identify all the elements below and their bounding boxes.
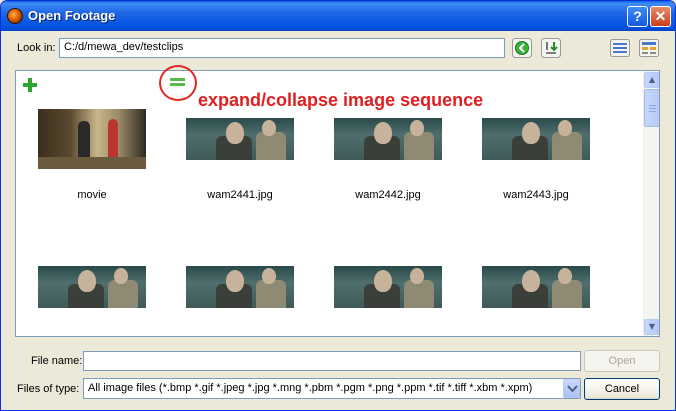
detail-view-icon[interactable] (639, 39, 659, 57)
window-title: Open Footage (28, 8, 116, 23)
download-icon[interactable] (541, 38, 561, 58)
app-logo-icon (7, 8, 23, 24)
thumbnail-item[interactable] (186, 266, 294, 308)
vertical-scrollbar[interactable]: ▲ ▼ (643, 71, 659, 336)
thumbnail-label: movie (77, 189, 107, 201)
help-button[interactable]: ? (627, 6, 648, 27)
thumbnail-label: wam2441.jpg (207, 189, 273, 201)
open-footage-dialog: Open Footage ? ✕ Look in: C:/d/mewa_dev/… (0, 0, 676, 411)
annotation-highlight-circle (159, 65, 197, 101)
scrollbar-thumb[interactable] (644, 89, 659, 127)
list-view-icon[interactable] (610, 39, 630, 57)
scroll-up-arrow-icon[interactable]: ▲ (644, 72, 659, 88)
thumbnail-label: wam2443.jpg (503, 189, 569, 201)
thumbnail-item[interactable] (38, 266, 146, 308)
scroll-down-arrow-icon[interactable]: ▼ (644, 319, 659, 335)
thumbnail-wam2442[interactable] (334, 118, 442, 160)
look-in-label: Look in: (17, 42, 56, 54)
thumbnail-wam2443[interactable] (482, 118, 590, 160)
thumbnail-item[interactable] (334, 266, 442, 308)
chevron-down-icon[interactable] (563, 379, 580, 398)
close-button[interactable]: ✕ (650, 6, 671, 27)
plus-icon[interactable] (23, 78, 37, 92)
file-type-select[interactable]: All image files (*.bmp *.gif *.jpeg *.jp… (83, 378, 581, 399)
files-of-type-label: Files of type: (17, 383, 80, 395)
thumbnail-movie[interactable] (38, 109, 146, 169)
cancel-button[interactable]: Cancel (584, 378, 660, 400)
open-button[interactable]: Open (584, 350, 660, 372)
thumbnail-item[interactable] (482, 266, 590, 308)
thumbnail-wam2441[interactable] (186, 118, 294, 160)
look-in-path-field[interactable]: C:/d/mewa_dev/testclips (59, 38, 505, 58)
file-type-selected-value: All image files (*.bmp *.gif *.jpeg *.jp… (88, 382, 533, 394)
title-bar[interactable]: Open Footage ? ✕ (1, 1, 675, 31)
file-name-input[interactable] (83, 351, 581, 371)
go-back-icon[interactable] (512, 38, 532, 58)
annotation-callout: expand/collapse image sequence (198, 90, 484, 110)
file-name-label: File name: (31, 355, 83, 367)
thumbnail-label: wam2442.jpg (355, 189, 421, 201)
